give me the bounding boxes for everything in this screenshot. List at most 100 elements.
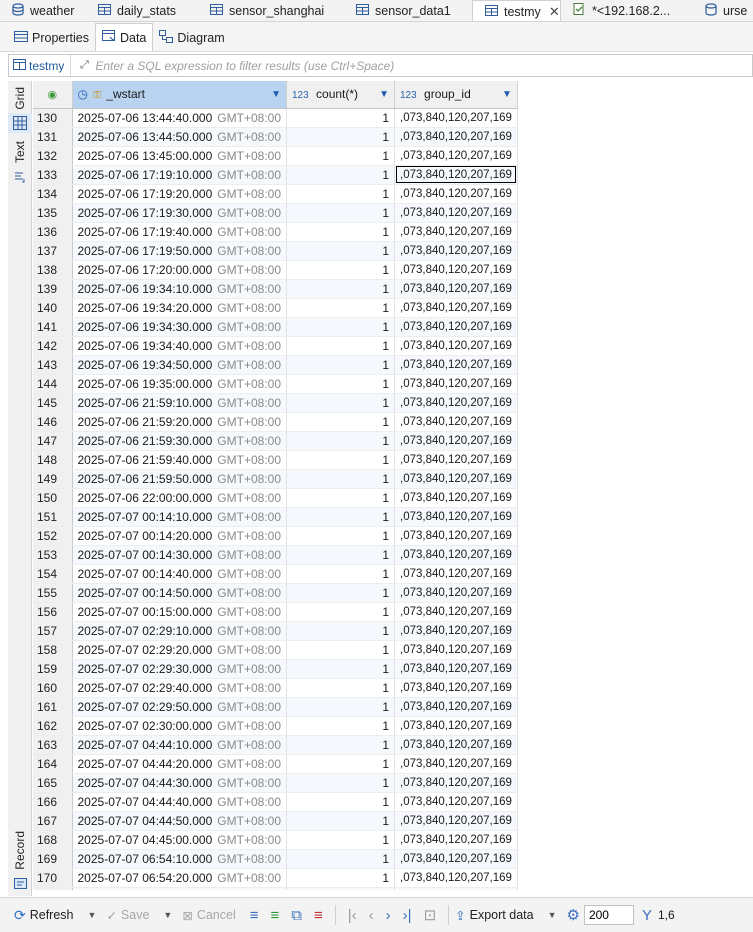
grid-view-icon[interactable] <box>8 113 32 133</box>
cell-wstart[interactable]: 2025-07-07 04:44:50.000 GMT+08:00 <box>72 811 287 831</box>
cell-count[interactable]: 1 <box>286 355 395 375</box>
cell-count[interactable]: 1 <box>286 146 395 166</box>
cell-count[interactable]: 1 <box>286 583 395 603</box>
table-row[interactable]: 143 2025-07-06 19:34:50.000 GMT+08:00 1,073… <box>33 355 518 375</box>
table-row[interactable]: 163 2025-07-07 04:44:10.000 GMT+08:00 1,073… <box>33 735 518 755</box>
table-row[interactable]: 132 2025-07-06 13:45:00.000 GMT+08:00 1,073… <box>33 146 518 166</box>
cell-wstart[interactable]: 2025-07-06 19:35:00.000 GMT+08:00 <box>72 374 287 394</box>
cell-group-id[interactable]: ,073,840,120,207,169 <box>394 602 518 622</box>
cell-wstart[interactable]: 2025-07-06 21:59:30.000 GMT+08:00 <box>72 431 287 451</box>
cell-count[interactable]: 1 <box>286 697 395 717</box>
cell-group-id[interactable]: ,073,840,120,207,169 <box>394 792 518 812</box>
cell-count[interactable]: 1 <box>286 165 395 185</box>
cell-wstart[interactable]: 2025-07-07 04:44:30.000 GMT+08:00 <box>72 773 287 793</box>
cell-group-id[interactable]: ,073,840,120,207,169 <box>394 165 518 185</box>
cell-count[interactable]: 1 <box>286 108 395 128</box>
table-row[interactable]: 154 2025-07-07 00:14:40.000 GMT+08:00 1,073… <box>33 564 518 584</box>
table-row[interactable]: 168 2025-07-07 04:45:00.000 GMT+08:00 1,073… <box>33 830 518 850</box>
cell-group-id[interactable]: ,073,840,120,207,169 <box>394 849 518 869</box>
cell-count[interactable]: 1 <box>286 564 395 584</box>
table-row[interactable]: 155 2025-07-07 00:14:50.000 GMT+08:00 1,073… <box>33 583 518 603</box>
record-view-tab[interactable]: Record <box>8 829 32 871</box>
cell-group-id[interactable]: ,073,840,120,207,169 <box>394 184 518 204</box>
cell-count[interactable]: 1 <box>286 431 395 451</box>
fetch-settings-icon[interactable]: ⚙ <box>567 906 580 924</box>
row-number[interactable]: 135 <box>33 203 73 223</box>
table-row[interactable]: 136 2025-07-06 17:19:40.000 GMT+08:00 1,073… <box>33 222 518 242</box>
cell-count[interactable]: 1 <box>286 716 395 736</box>
cell-wstart[interactable]: 2025-07-07 02:29:20.000 GMT+08:00 <box>72 640 287 660</box>
cell-group-id[interactable]: ,073,840,120,207,169 <box>394 317 518 337</box>
tab-weather[interactable]: weather <box>0 0 86 21</box>
cell-count[interactable]: 1 <box>286 127 395 147</box>
row-number[interactable]: 132 <box>33 146 73 166</box>
cell-group-id[interactable]: ,073,840,120,207,169 <box>394 887 518 890</box>
cell-wstart[interactable]: 2025-07-06 19:34:10.000 GMT+08:00 <box>72 279 287 299</box>
save-dropdown-icon[interactable]: ▼ <box>163 910 172 920</box>
tab-sensor-data1[interactable]: sensor_data1 <box>344 0 472 21</box>
cell-group-id[interactable]: ,073,840,120,207,169 <box>394 108 518 128</box>
cell-count[interactable]: 1 <box>286 507 395 527</box>
row-number[interactable]: 166 <box>33 792 73 812</box>
filter-table-selector[interactable]: testmy <box>9 55 72 76</box>
cell-group-id[interactable]: ,073,840,120,207,169 <box>394 659 518 679</box>
table-row[interactable]: 159 2025-07-07 02:29:30.000 GMT+08:00 1,073… <box>33 659 518 679</box>
previous-page-icon[interactable]: ‹ <box>369 907 374 924</box>
cell-count[interactable]: 1 <box>286 241 395 261</box>
row-number[interactable]: 152 <box>33 526 73 546</box>
row-number[interactable]: 161 <box>33 697 73 717</box>
row-number[interactable]: 153 <box>33 545 73 565</box>
table-row[interactable]: 150 2025-07-06 22:00:00.000 GMT+08:00 1,073… <box>33 488 518 508</box>
cell-count[interactable]: 1 <box>286 488 395 508</box>
row-number[interactable]: 167 <box>33 811 73 831</box>
table-row[interactable]: 138 2025-07-06 17:20:00.000 GMT+08:00 1,073… <box>33 260 518 280</box>
cell-group-id[interactable]: ,073,840,120,207,169 <box>394 260 518 280</box>
table-row[interactable]: 165 2025-07-07 04:44:30.000 GMT+08:00 1,073… <box>33 773 518 793</box>
cell-count[interactable]: 1 <box>286 222 395 242</box>
cell-count[interactable]: 1 <box>286 773 395 793</box>
row-number[interactable]: 165 <box>33 773 73 793</box>
row-number[interactable]: 156 <box>33 602 73 622</box>
table-row[interactable]: 139 2025-07-06 19:34:10.000 GMT+08:00 1,073… <box>33 279 518 299</box>
cell-count[interactable]: 1 <box>286 336 395 356</box>
table-row[interactable]: 134 2025-07-06 17:19:20.000 GMT+08:00 1,073… <box>33 184 518 204</box>
record-view-icon[interactable] <box>8 873 32 891</box>
cell-group-id[interactable]: ,073,840,120,207,169 <box>394 678 518 698</box>
cell-count[interactable]: 1 <box>286 279 395 299</box>
cell-count[interactable]: 1 <box>286 811 395 831</box>
row-number[interactable]: 154 <box>33 564 73 584</box>
cell-count[interactable]: 1 <box>286 830 395 850</box>
table-row[interactable]: 158 2025-07-07 02:29:20.000 GMT+08:00 1,073… <box>33 640 518 660</box>
cell-wstart[interactable]: 2025-07-07 04:44:10.000 GMT+08:00 <box>72 735 287 755</box>
tab-testmy[interactable]: testmy ✕ <box>472 0 561 21</box>
table-row[interactable]: 141 2025-07-06 19:34:30.000 GMT+08:00 1,073… <box>33 317 518 337</box>
cell-group-id[interactable]: ,073,840,120,207,169 <box>394 374 518 394</box>
cell-group-id[interactable]: ,073,840,120,207,169 <box>394 127 518 147</box>
table-row[interactable]: 146 2025-07-06 21:59:20.000 GMT+08:00 1,073… <box>33 412 518 432</box>
cell-group-id[interactable]: ,073,840,120,207,169 <box>394 564 518 584</box>
row-number[interactable]: 169 <box>33 849 73 869</box>
refresh-button[interactable]: ⟳ Refresh <box>14 907 74 924</box>
cell-group-id[interactable]: ,073,840,120,207,169 <box>394 241 518 261</box>
cell-wstart[interactable]: 2025-07-07 04:44:20.000 GMT+08:00 <box>72 754 287 774</box>
row-number[interactable]: 148 <box>33 450 73 470</box>
fetch-size-apply-icon[interactable]: Y <box>642 907 652 924</box>
row-number[interactable]: 139 <box>33 279 73 299</box>
row-number[interactable]: 145 <box>33 393 73 413</box>
cell-wstart[interactable]: 2025-07-07 00:14:10.000 GMT+08:00 <box>72 507 287 527</box>
cell-wstart[interactable]: 2025-07-06 21:59:50.000 GMT+08:00 <box>72 469 287 489</box>
save-button[interactable]: ✓ Save <box>106 908 149 923</box>
export-data-button[interactable]: ⇪ Export data <box>455 908 533 923</box>
row-number[interactable]: 171 <box>33 887 73 890</box>
cancel-button[interactable]: ⊠ Cancel <box>182 908 235 923</box>
row-number[interactable]: 170 <box>33 868 73 888</box>
row-number[interactable]: 143 <box>33 355 73 375</box>
row-number[interactable]: 146 <box>33 412 73 432</box>
cell-wstart[interactable]: 2025-07-06 17:20:00.000 GMT+08:00 <box>72 260 287 280</box>
row-number[interactable]: 151 <box>33 507 73 527</box>
cell-count[interactable]: 1 <box>286 887 395 890</box>
tab-sql-editor[interactable]: *<192.168.2... <box>561 0 693 21</box>
cell-group-id[interactable]: ,073,840,120,207,169 <box>394 393 518 413</box>
cell-wstart[interactable]: 2025-07-07 04:44:40.000 GMT+08:00 <box>72 792 287 812</box>
cell-wstart[interactable]: 2025-07-07 00:15:00.000 GMT+08:00 <box>72 602 287 622</box>
